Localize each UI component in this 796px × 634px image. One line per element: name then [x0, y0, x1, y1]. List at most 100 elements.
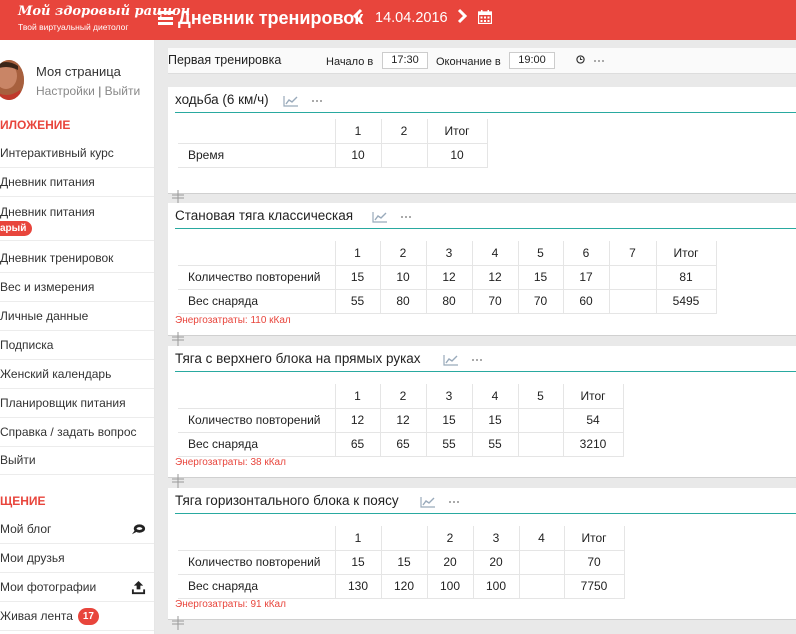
sidebar-item[interactable]: Дневник питания [0, 168, 154, 197]
upload-icon[interactable] [131, 580, 146, 595]
chart-icon[interactable] [443, 354, 459, 366]
set-value-cell[interactable]: 12 [335, 408, 381, 433]
set-value-cell[interactable] [609, 265, 657, 290]
set-value-cell[interactable]: 55 [426, 432, 473, 457]
chart-icon[interactable] [372, 211, 388, 223]
sidebar-item[interactable]: Справка / задать вопрос [0, 418, 154, 447]
sidebar-item-label: Женский календарь [0, 367, 112, 381]
exercise-more-icon[interactable] [401, 216, 413, 218]
chart-icon[interactable] [420, 496, 436, 508]
calendar-button[interactable] [477, 10, 493, 25]
exercise-title[interactable]: Тяга с верхнего блока на прямых руках [175, 351, 421, 366]
set-value-cell[interactable]: 15 [518, 265, 564, 290]
sidebar-item[interactable]: Мои друзья [0, 544, 154, 573]
exercise-title[interactable]: Тяга горизонтального блока к поясу [175, 493, 399, 508]
set-value-cell[interactable]: 120 [381, 574, 428, 599]
drag-handle-icon[interactable] [171, 190, 185, 204]
set-value-cell[interactable]: 80 [426, 289, 473, 314]
sidebar-item-label: Выйти [0, 453, 36, 467]
logo[interactable]: Мой здоровый рацион Твой виртуальный дие… [0, 0, 190, 40]
title-underline [175, 228, 796, 229]
set-value-cell[interactable]: 12 [472, 265, 519, 290]
exercise-more-icon[interactable] [472, 359, 484, 361]
sidebar-item[interactable]: Вес и измерения [0, 273, 154, 302]
sidebar-item[interactable]: Подписка [0, 331, 154, 360]
sidebar-item-label: Дневник питания [0, 175, 95, 189]
exercise-title[interactable]: Становая тяга классическая [175, 208, 353, 223]
set-value-cell[interactable]: 70 [518, 289, 564, 314]
sidebar-item[interactable]: Выйти [0, 446, 154, 475]
table-corner [178, 241, 336, 266]
set-value-cell[interactable] [518, 432, 564, 457]
exercise-card: Тяга с верхнего блока на прямых руках 1 2 3… [168, 346, 796, 478]
workout-more-icon[interactable] [594, 60, 606, 62]
sidebar-item[interactable]: Мой блог [0, 515, 154, 544]
workout-name[interactable]: Первая тренировка [168, 53, 281, 67]
set-value-cell[interactable]: 12 [426, 265, 473, 290]
set-value-cell[interactable]: 17 [563, 265, 610, 290]
chart-icon[interactable] [283, 95, 299, 107]
set-column-header: 1 [335, 526, 382, 551]
set-value-cell[interactable]: 20 [427, 550, 474, 575]
set-value-cell[interactable]: 60 [563, 289, 610, 314]
set-value-cell[interactable]: 20 [473, 550, 520, 575]
hamburger-menu-icon[interactable] [158, 11, 173, 25]
drag-handle-icon[interactable] [171, 332, 185, 346]
table-row: Вес снаряда 130 120 100 100 7750 [178, 574, 625, 599]
sidebar-item[interactable]: Мои фотографии [0, 573, 154, 602]
set-value-cell[interactable] [519, 550, 565, 575]
set-value-cell[interactable]: 100 [427, 574, 474, 599]
exercise-more-icon[interactable] [449, 501, 461, 503]
set-value-cell[interactable]: 12 [380, 408, 427, 433]
sidebar-item[interactable]: Женский календарь [0, 360, 154, 389]
top-header: Мой здоровый рацион Твой виртуальный дие… [0, 0, 796, 40]
end-time-input[interactable]: 19:00 [509, 52, 555, 69]
next-date-button[interactable] [456, 7, 468, 30]
set-value-cell[interactable]: 55 [472, 432, 519, 457]
avatar[interactable] [0, 60, 24, 100]
drag-handle-icon[interactable] [171, 616, 185, 630]
set-value-cell[interactable]: 55 [335, 289, 381, 314]
prev-date-button[interactable] [352, 7, 364, 30]
sidebar-item[interactable]: Дневник питания арый [0, 197, 154, 241]
total-cell: 5495 [656, 289, 717, 314]
set-value-cell[interactable]: 10 [335, 143, 382, 168]
sidebar-item[interactable]: Личные данные [0, 302, 154, 331]
sidebar-item[interactable]: Интерактивный курс [0, 139, 154, 168]
profile-name[interactable]: Моя страница [36, 64, 121, 79]
set-value-cell[interactable] [519, 574, 565, 599]
set-value-cell[interactable]: 65 [380, 432, 427, 457]
set-value-cell[interactable] [518, 408, 564, 433]
set-column-header: 3 [426, 384, 473, 409]
logout-link[interactable]: Выйти [105, 84, 141, 98]
set-value-cell[interactable]: 15 [335, 550, 382, 575]
set-value-cell[interactable]: 15 [335, 265, 381, 290]
sidebar-item[interactable]: Дневник тренировок [0, 244, 154, 273]
set-column-header: 6 [563, 241, 610, 266]
set-value-cell[interactable] [609, 289, 657, 314]
sidebar-item[interactable]: Планировщик питания [0, 389, 154, 418]
blog-chat-icon[interactable] [131, 522, 146, 537]
settings-link[interactable]: Настройки [36, 84, 95, 98]
exercise-title[interactable]: ходьба (6 км/ч) [175, 92, 269, 107]
sidebar-item[interactable]: Живая лента 17 [0, 602, 154, 631]
set-value-cell[interactable]: 70 [472, 289, 519, 314]
end-label: Окончание в [436, 56, 501, 68]
total-cell: 7750 [564, 574, 625, 599]
exercise-card: Становая тяга классическая 1 2 3 4 5 6 7 Итог Кол… [168, 203, 796, 336]
set-value-cell[interactable]: 15 [472, 408, 519, 433]
set-value-cell[interactable]: 15 [381, 550, 428, 575]
clock-icon[interactable] [576, 55, 585, 64]
set-value-cell[interactable] [381, 143, 428, 168]
set-value-cell[interactable]: 80 [380, 289, 427, 314]
start-time-input[interactable]: 17:30 [382, 52, 428, 69]
drag-handle-icon[interactable] [171, 474, 185, 488]
sidebar-item-label: Мои фотографии [0, 580, 97, 594]
set-value-cell[interactable]: 15 [426, 408, 473, 433]
set-value-cell[interactable]: 100 [473, 574, 520, 599]
set-value-cell[interactable]: 10 [380, 265, 427, 290]
set-value-cell[interactable]: 65 [335, 432, 381, 457]
set-value-cell[interactable]: 130 [335, 574, 382, 599]
exercise-more-icon[interactable] [312, 100, 324, 102]
current-date[interactable]: 14.04.2016 [375, 10, 448, 26]
